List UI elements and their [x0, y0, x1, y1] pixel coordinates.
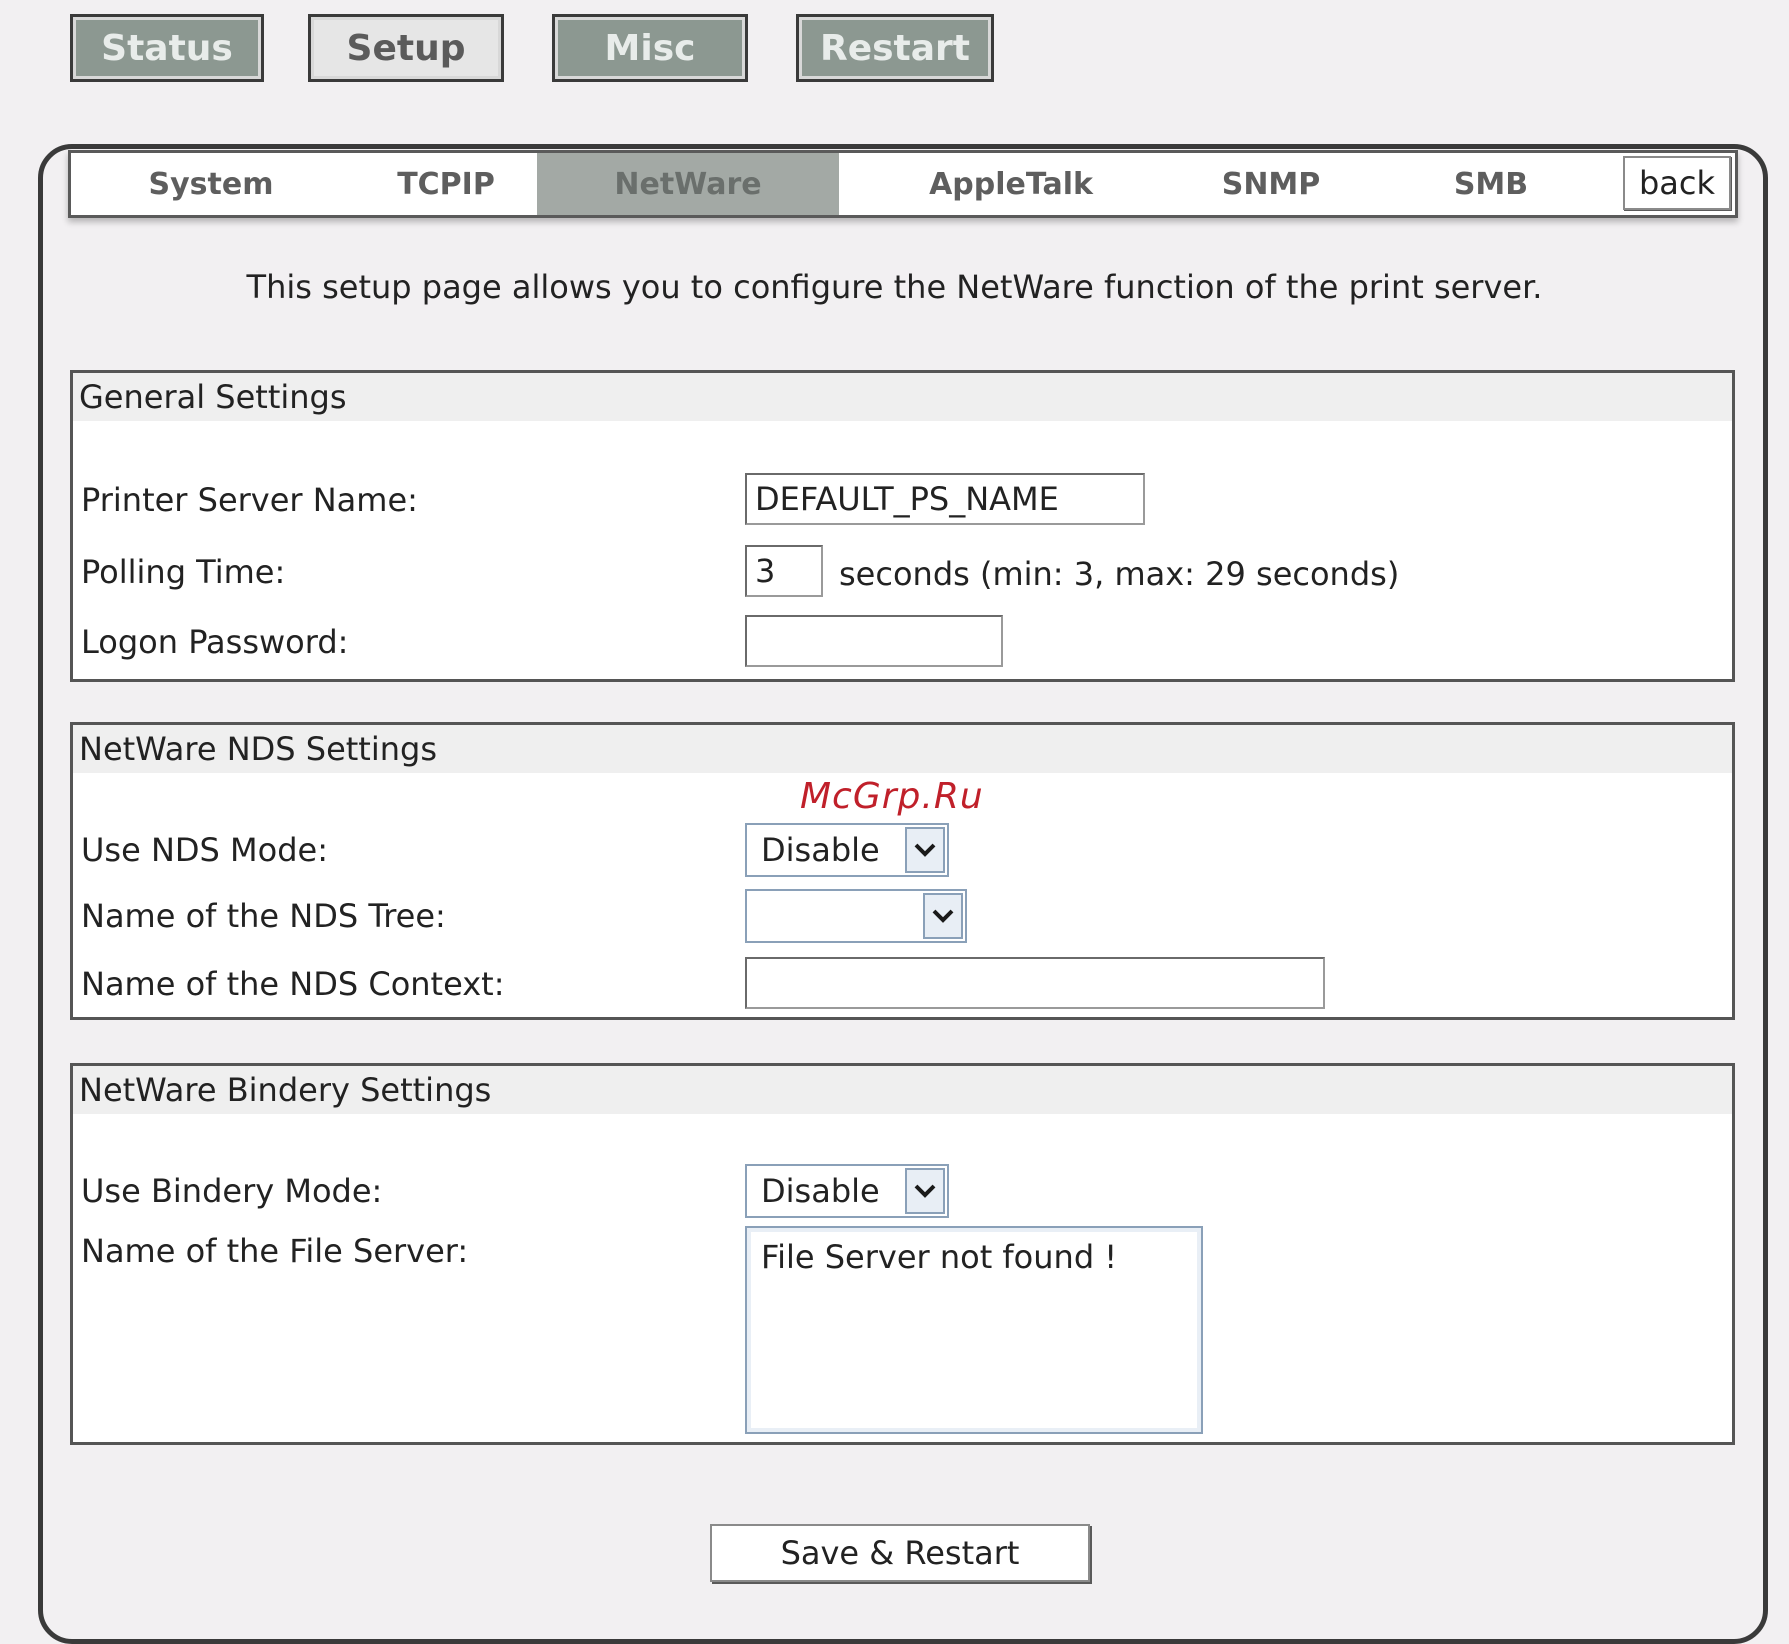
logon-password-input[interactable] — [745, 615, 1003, 667]
tab-netware[interactable]: NetWare — [537, 153, 839, 215]
bindery-mode-select[interactable]: Disable — [745, 1164, 949, 1218]
nds-context-label: Name of the NDS Context: — [81, 965, 505, 1003]
nds-mode-select[interactable]: Disable — [745, 823, 949, 877]
selected-value: Disable — [761, 831, 880, 869]
status-button[interactable]: Status — [70, 14, 264, 82]
logon-password-label: Logon Password: — [81, 623, 349, 661]
tab-snmp[interactable]: SNMP — [1201, 153, 1341, 215]
section-title: General Settings — [73, 373, 1732, 421]
file-server-listbox[interactable]: File Server not found ! — [745, 1226, 1203, 1434]
nds-mode-label: Use NDS Mode: — [81, 831, 328, 869]
nds-tree-select[interactable] — [745, 889, 967, 943]
general-settings-section: General Settings Printer Server Name: Po… — [70, 370, 1735, 682]
bindery-settings-section: NetWare Bindery Settings Use Bindery Mod… — [70, 1063, 1735, 1445]
section-title: NetWare Bindery Settings — [73, 1066, 1732, 1114]
file-server-label: Name of the File Server: — [81, 1232, 469, 1270]
server-name-label: Printer Server Name: — [81, 481, 418, 519]
tab-tcpip[interactable]: TCPIP — [351, 153, 541, 215]
nds-context-input[interactable] — [745, 957, 1325, 1009]
selected-value: Disable — [761, 1172, 880, 1210]
tab-bar: System TCPIP NetWare AppleTalk SNMP SMB … — [68, 150, 1738, 218]
nds-tree-label: Name of the NDS Tree: — [81, 897, 446, 935]
setup-button[interactable]: Setup — [308, 14, 504, 82]
page-description: This setup page allows you to configure … — [246, 268, 1543, 306]
back-button[interactable]: back — [1623, 156, 1731, 210]
chevron-down-icon[interactable] — [905, 827, 945, 873]
restart-button[interactable]: Restart — [796, 14, 994, 82]
nds-settings-section: NetWare NDS Settings Use NDS Mode: Disab… — [70, 722, 1735, 1020]
tab-system[interactable]: System — [111, 153, 311, 215]
chevron-down-icon[interactable] — [923, 893, 963, 939]
polling-time-label: Polling Time: — [81, 553, 286, 591]
polling-time-hint: seconds (min: 3, max: 29 seconds) — [839, 555, 1400, 593]
server-name-input[interactable] — [745, 473, 1145, 525]
section-title: NetWare NDS Settings — [73, 725, 1732, 773]
polling-time-input[interactable] — [745, 545, 823, 597]
list-item[interactable]: File Server not found ! — [761, 1238, 1187, 1276]
bindery-mode-label: Use Bindery Mode: — [81, 1172, 383, 1210]
tab-appletalk[interactable]: AppleTalk — [911, 153, 1111, 215]
misc-button[interactable]: Misc — [552, 14, 748, 82]
watermark: McGrp.Ru — [800, 776, 984, 817]
save-restart-button[interactable]: Save & Restart — [710, 1524, 1090, 1582]
chevron-down-icon[interactable] — [905, 1168, 945, 1214]
tab-smb[interactable]: SMB — [1431, 153, 1551, 215]
